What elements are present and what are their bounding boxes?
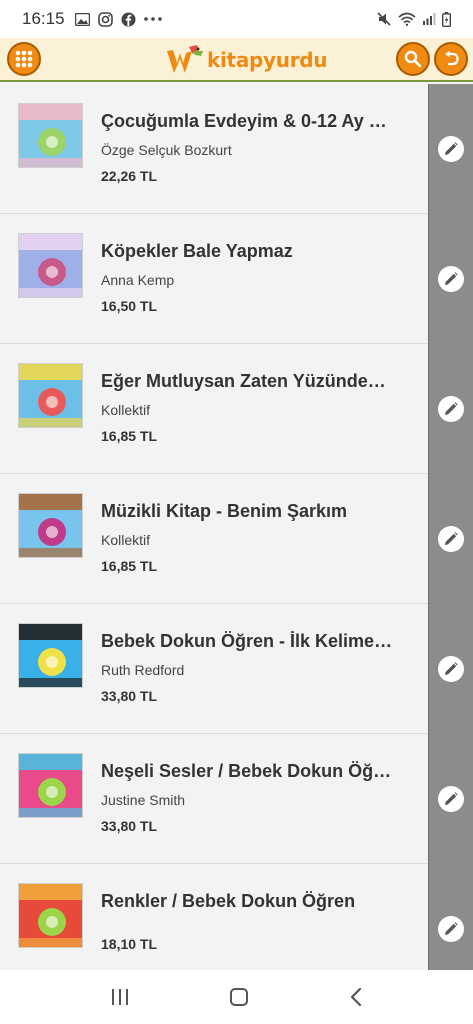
kitapyurdu-logo[interactable]: kitapyurdu [165, 45, 328, 75]
book-info: Çocuğumla Evdeyim & 0-12 Ay G... Özge Sel… [101, 111, 401, 184]
book-info: Köpekler Bale Yapmaz Anna Kemp 16,50 TL [101, 241, 401, 314]
book-title[interactable]: Müzikli Kitap - Benim Şarkım [101, 501, 396, 522]
edit-action-strip[interactable] [428, 84, 473, 214]
undo-icon [445, 50, 459, 66]
home-icon[interactable] [229, 987, 249, 1007]
more-dots-icon [143, 17, 162, 21]
search-icon [404, 50, 422, 68]
grid-menu-icon [15, 50, 33, 68]
facebook-icon [121, 12, 136, 26]
book-row[interactable]: Çocuğumla Evdeyim & 0-12 Ay G... Özge Sel… [0, 84, 473, 214]
battery-icon [442, 11, 451, 27]
book-title[interactable]: Köpekler Bale Yapmaz [101, 241, 396, 262]
recent-apps-icon[interactable] [110, 988, 130, 1006]
book-title[interactable]: Çocuğumla Evdeyim & 0-12 Ay G... [101, 111, 396, 132]
edit-button[interactable] [438, 656, 464, 682]
book-cover-image[interactable] [18, 363, 83, 428]
edit-action-strip[interactable] [428, 474, 473, 604]
pencil-icon [445, 792, 458, 805]
book-row[interactable]: Eğer Mutluysan Zaten Yüzünden ... Kollekt… [0, 344, 473, 474]
book-row[interactable]: Müzikli Kitap - Benim Şarkım Kollektif 16,… [0, 474, 473, 604]
edit-action-strip[interactable] [428, 734, 473, 864]
book-cover-image[interactable] [18, 623, 83, 688]
status-bar: 16:15 [0, 0, 473, 38]
book-cover-image[interactable] [18, 883, 83, 948]
book-row[interactable]: Renkler / Bebek Dokun Öğren 18,10 TL [0, 864, 473, 970]
back-button[interactable] [434, 42, 468, 76]
book-list: Çocuğumla Evdeyim & 0-12 Ay G... Özge Sel… [0, 84, 473, 970]
book-info: Bebek Dokun Öğren - İlk Kelimele... Ruth … [101, 631, 401, 704]
book-title[interactable]: Eğer Mutluysan Zaten Yüzünden ... [101, 371, 396, 392]
book-title[interactable]: Bebek Dokun Öğren - İlk Kelimele... [101, 631, 396, 652]
book-author: Özge Selçuk Bozkurt [101, 142, 232, 158]
pencil-icon [445, 922, 458, 935]
system-nav-bar [0, 970, 473, 1024]
book-price: 16,85 TL [101, 428, 158, 444]
book-author: Kollektif [101, 402, 151, 418]
edit-button[interactable] [438, 396, 464, 422]
book-author: Justine Smith [101, 792, 186, 808]
edit-action-strip[interactable] [428, 214, 473, 344]
edit-button[interactable] [438, 526, 464, 552]
book-author: Anna Kemp [101, 272, 175, 288]
logo-mark-icon [167, 45, 203, 73]
edit-action-strip[interactable] [428, 344, 473, 474]
menu-button[interactable] [7, 42, 41, 76]
book-author: Kollektif [101, 532, 151, 548]
search-button[interactable] [396, 42, 430, 76]
instagram-icon [97, 11, 113, 27]
book-row[interactable]: Neşeli Sesler / Bebek Dokun Öğren Justine… [0, 734, 473, 864]
book-price: 18,10 TL [101, 936, 158, 952]
book-cover-image[interactable] [18, 233, 83, 298]
app-header: kitapyurdu [0, 38, 473, 82]
book-row[interactable]: Köpekler Bale Yapmaz Anna Kemp 16,50 TL [0, 214, 473, 344]
book-info: Renkler / Bebek Dokun Öğren 18,10 TL [101, 891, 401, 952]
book-price: 33,80 TL [101, 688, 158, 704]
pencil-icon [445, 142, 458, 155]
book-author: Ruth Redford [101, 662, 185, 678]
pencil-icon [445, 402, 458, 415]
logo-text: kitapyurdu [207, 48, 328, 72]
book-price: 22,26 TL [101, 168, 158, 184]
book-price: 16,50 TL [101, 298, 158, 314]
edit-button[interactable] [438, 136, 464, 162]
book-info: Müzikli Kitap - Benim Şarkım Kollektif 16,… [101, 501, 401, 574]
signal-icon [423, 13, 436, 25]
book-price: 33,80 TL [101, 818, 158, 834]
book-info: Neşeli Sesler / Bebek Dokun Öğren Justine… [101, 761, 401, 834]
book-cover-image[interactable] [18, 493, 83, 558]
wifi-icon [398, 12, 416, 26]
edit-button[interactable] [438, 266, 464, 292]
status-time: 16:15 [22, 9, 65, 28]
pencil-icon [445, 532, 458, 545]
book-price: 16,85 TL [101, 558, 158, 574]
book-row[interactable]: Bebek Dokun Öğren - İlk Kelimele... Ruth … [0, 604, 473, 734]
book-info: Eğer Mutluysan Zaten Yüzünden ... Kollekt… [101, 371, 401, 444]
system-status-icons [376, 11, 451, 27]
edit-action-strip[interactable] [428, 604, 473, 734]
pencil-icon [445, 272, 458, 285]
edit-button[interactable] [438, 916, 464, 942]
book-title[interactable]: Renkler / Bebek Dokun Öğren [101, 891, 396, 912]
gallery-icon [74, 12, 90, 26]
book-title[interactable]: Neşeli Sesler / Bebek Dokun Öğren [101, 761, 396, 782]
mute-icon [377, 12, 391, 26]
pencil-icon [445, 662, 458, 675]
edit-button[interactable] [438, 786, 464, 812]
edit-action-strip[interactable] [428, 864, 473, 970]
notification-icons [74, 11, 162, 27]
book-cover-image[interactable] [18, 103, 83, 168]
back-nav-icon[interactable] [349, 987, 363, 1007]
book-cover-image[interactable] [18, 753, 83, 818]
